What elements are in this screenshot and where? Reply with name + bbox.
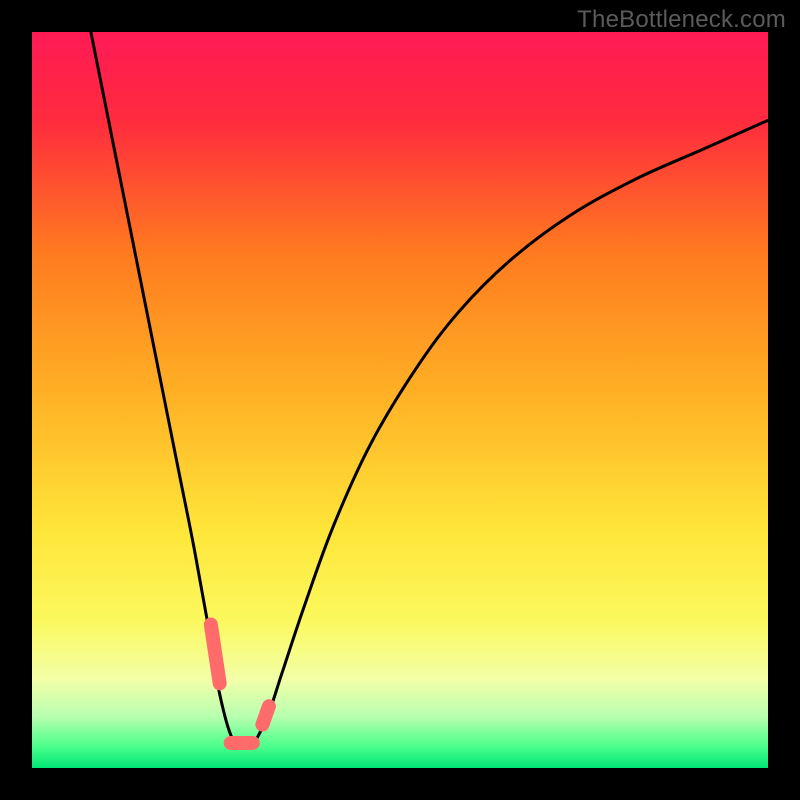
- chart-svg: [32, 32, 768, 768]
- watermark-text: TheBottleneck.com: [577, 6, 786, 34]
- marker-segment-a: [211, 624, 220, 683]
- gradient-background: [32, 32, 768, 768]
- plot-area: [32, 32, 768, 768]
- marker-segment-c: [262, 706, 269, 724]
- chart-frame: TheBottleneck.com: [0, 0, 800, 800]
